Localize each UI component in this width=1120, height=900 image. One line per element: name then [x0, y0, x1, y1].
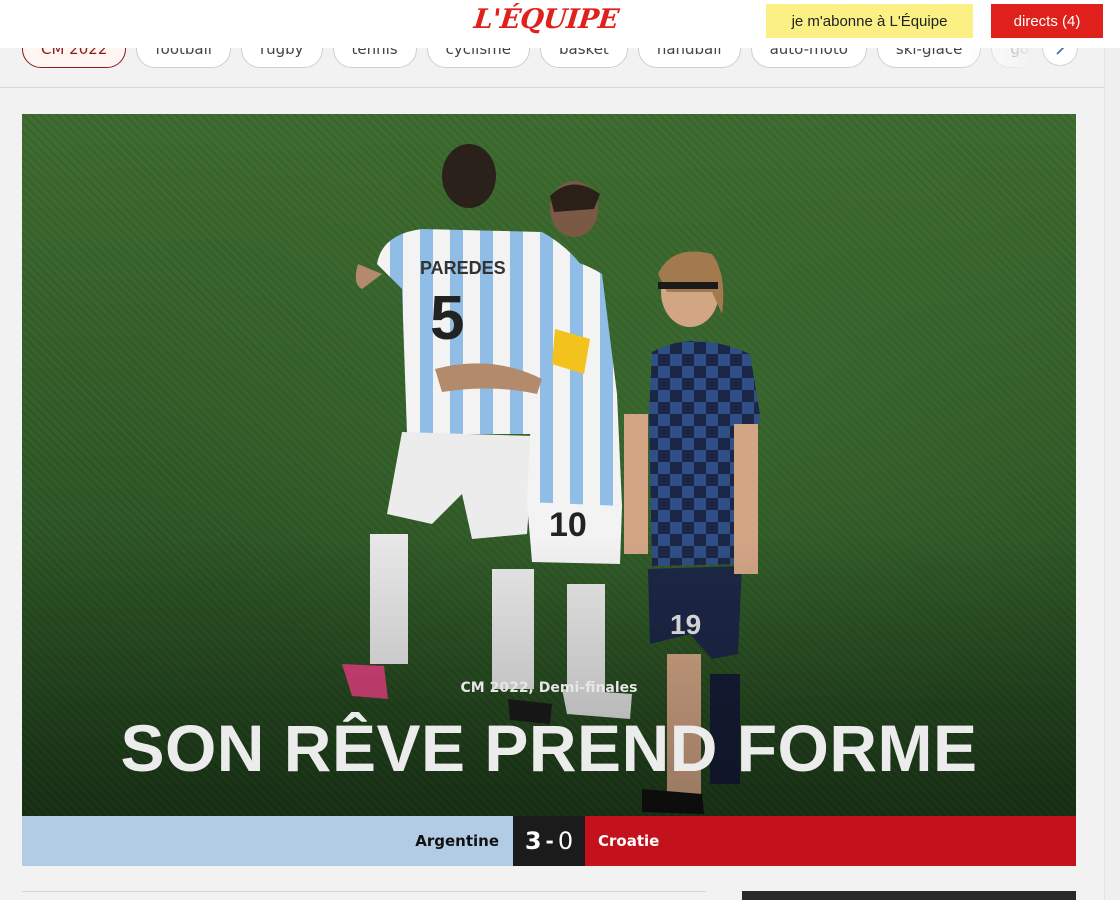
nav-pill-cm-2022[interactable]: CM 2022 — [22, 48, 127, 68]
nav-pill-football[interactable]: football — [136, 48, 231, 68]
nav-pill-cyclisme[interactable]: cyclisme — [426, 48, 531, 68]
score-separator: - — [545, 829, 554, 853]
nav-fade — [960, 48, 1050, 87]
nav-pill-tennis[interactable]: tennis — [332, 48, 417, 68]
chevron-right-icon — [1056, 48, 1065, 55]
page: L'ÉQUIPE je m'abonne à L'Équipe directs … — [0, 0, 1120, 900]
subscribe-button[interactable]: je m'abonne à L'Équipe — [766, 4, 973, 38]
nav-pill-auto-moto[interactable]: auto-moto — [750, 48, 867, 68]
hero-article[interactable]: PAREDES 5 10 19 CM 2022, Demi-finales SO… — [22, 114, 1076, 816]
jersey-number-croatia: 19 — [670, 609, 701, 640]
sport-nav-pills: CM 2022 football rugby tennis cyclisme b… — [22, 48, 1068, 68]
away-team-name: Croatie — [585, 816, 1076, 866]
sidebar-thumbnail[interactable] — [742, 891, 1076, 900]
live-button[interactable]: directs (4) — [991, 4, 1103, 38]
page-scrollbar[interactable] — [1104, 48, 1120, 900]
nav-pill-basket[interactable]: basket — [540, 48, 628, 68]
sport-nav: CM 2022 football rugby tennis cyclisme b… — [0, 48, 1104, 88]
hero-headline[interactable]: SON RÊVE PREND FORME — [22, 710, 1076, 786]
site-header: L'ÉQUIPE je m'abonne à L'Équipe directs … — [0, 0, 1120, 48]
away-goals: 0 — [557, 827, 574, 855]
nav-pill-handball[interactable]: handball — [637, 48, 741, 68]
jersey-name-paredes: PAREDES — [420, 258, 506, 278]
home-team-name: Argentine — [22, 816, 513, 866]
section-divider — [22, 891, 706, 892]
jersey-number-messi: 10 — [549, 506, 587, 544]
player-messi: 10 — [435, 181, 632, 719]
player-paredes: PAREDES 5 — [342, 144, 597, 724]
match-score-bar[interactable]: Argentine 3 - 0 Croatie — [22, 816, 1076, 866]
site-logo[interactable]: L'ÉQUIPE — [472, 4, 620, 35]
home-goals: 3 — [524, 827, 542, 855]
hero-kicker: CM 2022, Demi-finales — [460, 680, 638, 696]
nav-pill-rugby[interactable]: rugby — [240, 48, 323, 68]
match-result: 3 - 0 — [513, 816, 585, 866]
jersey-number-paredes: 5 — [430, 284, 464, 353]
